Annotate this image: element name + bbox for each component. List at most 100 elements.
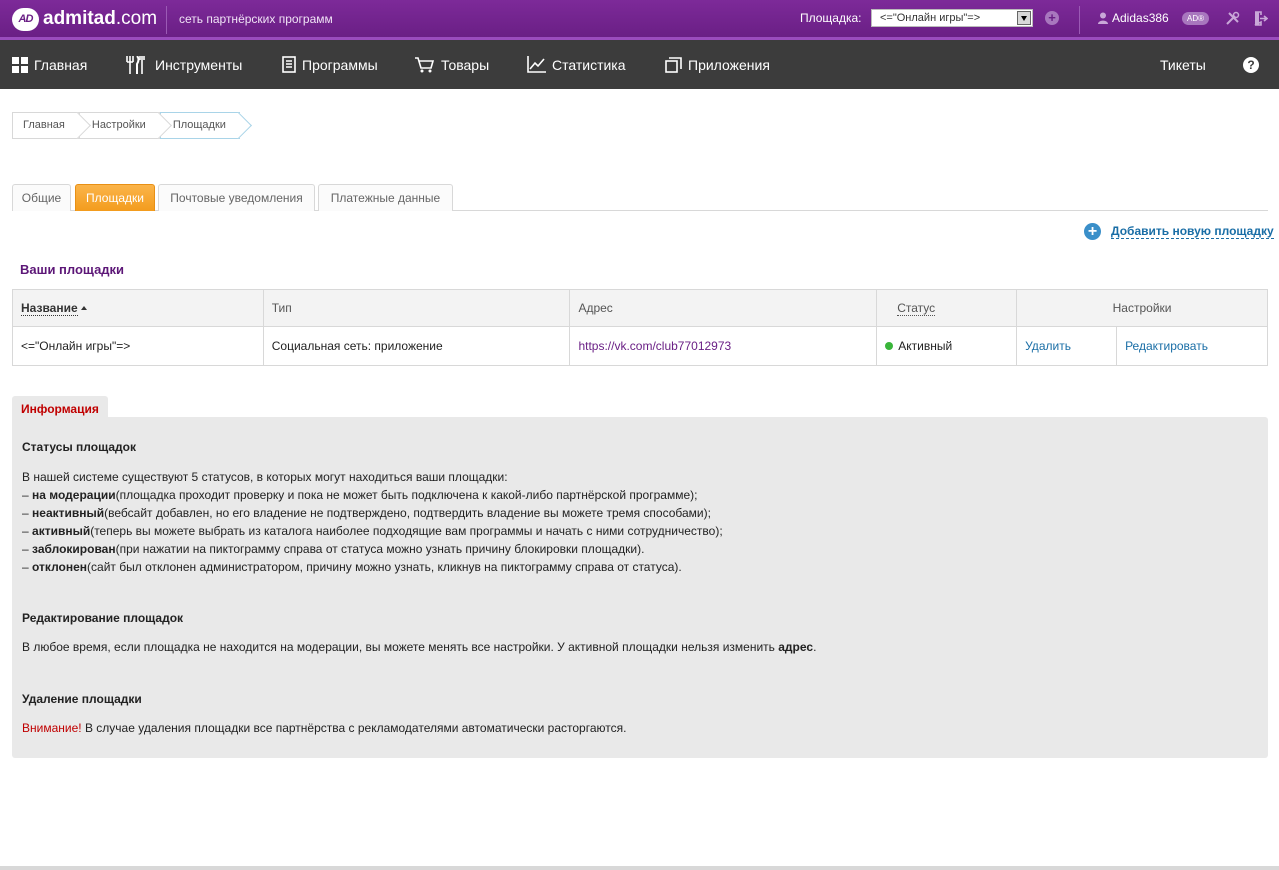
delete-text-main: В случае удаления площадки все партнёрст…: [81, 721, 627, 735]
edit-text-end: .: [813, 640, 817, 654]
delete-text: Внимание! В случае удаления площадки все…: [22, 719, 626, 737]
status-label: Активный: [898, 339, 953, 353]
chart-icon: [527, 56, 546, 73]
logo-mark: AD: [12, 7, 39, 31]
edit-text-bold: адрес: [778, 640, 814, 654]
nav-item-programs[interactable]: Программы: [282, 40, 378, 89]
nav-item-apps[interactable]: Приложения: [665, 40, 770, 89]
status-active-icon: [885, 342, 894, 350]
delete-heading: Удаление площадки: [22, 692, 142, 706]
username[interactable]: Adidas386: [1112, 11, 1169, 25]
cart-icon: [415, 56, 435, 72]
add-site-button[interactable]: + Добавить новую площадку: [1084, 223, 1274, 240]
status-dash: –: [22, 542, 33, 556]
tab-payment-data[interactable]: Платежные данные: [318, 184, 453, 211]
table-header-row: Название Тип Адрес Статус Настройки: [12, 289, 1268, 327]
grid-icon: [12, 56, 28, 73]
tab-general[interactable]: Общие: [12, 184, 71, 211]
add-circle-icon[interactable]: +: [1045, 11, 1059, 25]
nav-label: Инструменты: [155, 56, 243, 73]
delete-site-link[interactable]: Удалить: [1025, 339, 1071, 353]
windows-icon: [665, 56, 682, 73]
status-dash: –: [22, 524, 33, 538]
logo-text-domain: .com: [115, 8, 158, 29]
page-bottom-border: [0, 866, 1279, 870]
edit-text-main: В любое время, если площадка не находитс…: [22, 640, 779, 654]
column-header-label: Название: [21, 301, 78, 316]
breadcrumb-label: Настройки: [91, 119, 146, 131]
column-header-name[interactable]: Название: [12, 289, 264, 327]
status-desc: (вебсайт добавлен, но его владение не по…: [104, 506, 711, 520]
column-header-settings: Настройки: [1016, 289, 1268, 327]
nav-label: Товары: [441, 56, 490, 73]
edit-text: В любое время, если площадка не находитс…: [22, 638, 816, 656]
nav-item-statistics[interactable]: Статистика: [527, 40, 626, 89]
status-item: – отклонен(сайт был отклонен администрат…: [22, 558, 723, 576]
site-select[interactable]: <="Онлайн игры"=>: [871, 9, 1033, 27]
delete-cell: Удалить: [1016, 326, 1118, 366]
chevron-down-icon: [1017, 11, 1031, 25]
column-header-status[interactable]: Статус: [876, 289, 1018, 327]
nav-item-products[interactable]: Товары: [415, 40, 489, 89]
status-name: заблокирован: [32, 542, 116, 556]
statuses-heading: Статусы площадок: [22, 440, 136, 454]
divider: [166, 6, 167, 34]
edit-cell: Редактировать: [1116, 326, 1268, 366]
column-header-address: Адрес: [569, 289, 878, 327]
nav-label: Приложения: [688, 56, 770, 73]
status-dash: –: [22, 488, 33, 502]
admitad-logo[interactable]: AD admitad.com: [12, 7, 157, 31]
status-item: – неактивный(вебсайт добавлен, но его вл…: [22, 504, 723, 522]
nav-item-home[interactable]: Главная: [12, 40, 87, 89]
info-panel: Статусы площадок В нашей системе существ…: [12, 417, 1268, 758]
column-header-type: Тип: [262, 289, 571, 327]
status-name: неактивный: [32, 506, 105, 520]
site-select-value: <="Онлайн игры"=>: [880, 12, 981, 24]
statuses-list: В нашей системе существуют 5 статусов, в…: [22, 468, 723, 576]
add-site-link[interactable]: Добавить новую площадку: [1111, 224, 1274, 239]
header-subtitle: сеть партнёрских программ: [179, 12, 333, 26]
settings-tabs: Общие Площадки Почтовые уведомления Плат…: [12, 184, 1268, 211]
site-name: <="Онлайн игры"=>: [12, 326, 264, 366]
sites-table: Название Тип Адрес Статус Настройки <="О…: [12, 289, 1268, 366]
help-icon[interactable]: ?: [1243, 57, 1259, 73]
main-nav: Главная Инструменты Программы Товары Ста…: [0, 40, 1279, 89]
warning-label: Внимание!: [22, 721, 82, 735]
section-title: Ваши площадки: [20, 262, 125, 277]
tools-icon: [126, 55, 145, 74]
table-row: <="Онлайн игры"=> Социальная сеть: прило…: [12, 326, 1268, 366]
status-item: – активный(теперь вы можете выбрать из к…: [22, 522, 723, 540]
site-label: Площадка:: [800, 11, 862, 25]
nav-label: Программы: [302, 56, 378, 73]
status-item: – на модерации(площадка проходит проверк…: [22, 486, 723, 504]
edit-site-link[interactable]: Редактировать: [1125, 339, 1208, 353]
breadcrumb-item-home[interactable]: Главная: [12, 112, 79, 139]
status-desc: (площадка проходит проверку и пока не мо…: [115, 488, 698, 502]
nav-item-tools[interactable]: Инструменты: [125, 40, 242, 89]
divider: [1079, 6, 1080, 34]
user-icon: [1098, 12, 1108, 24]
breadcrumb-item-settings[interactable]: Настройки: [78, 112, 160, 139]
site-address-link[interactable]: https://vk.com/club77012973: [578, 339, 731, 353]
statuses-intro: В нашей системе существуют 5 статусов, в…: [22, 470, 508, 484]
ad-badge: AD®: [1182, 12, 1209, 25]
nav-label: Тикеты: [1160, 56, 1206, 73]
nav-label: Статистика: [552, 56, 626, 73]
breadcrumb-label: Главная: [23, 119, 65, 131]
document-icon: [282, 56, 296, 73]
logo-text-bold: admitad: [43, 8, 116, 29]
add-circle-icon: +: [1084, 223, 1101, 240]
status-dash: –: [22, 560, 33, 574]
site-type: Социальная сеть: приложение: [262, 326, 571, 366]
nav-item-tickets[interactable]: Тикеты: [1160, 40, 1206, 89]
tab-email-notifications[interactable]: Почтовые уведомления: [158, 184, 315, 211]
status-item: – заблокирован(при нажатии на пиктограмм…: [22, 540, 723, 558]
logout-icon[interactable]: [1253, 11, 1268, 26]
tab-sites[interactable]: Площадки: [75, 184, 155, 211]
status-desc: (теперь вы можете выбрать из каталога на…: [90, 524, 723, 538]
status-name: отклонен: [32, 560, 88, 574]
site-address-cell: https://vk.com/club77012973: [569, 326, 878, 366]
site-status: Активный: [876, 326, 1018, 366]
status-desc: (сайт был отклонен администратором, прич…: [87, 560, 682, 574]
tools-icon[interactable]: [1225, 11, 1240, 26]
